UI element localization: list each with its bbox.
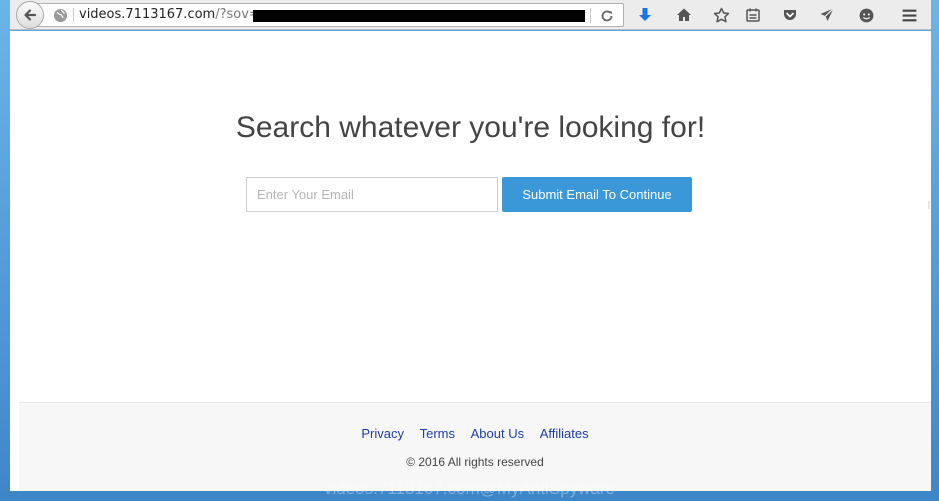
browser-toolbar: videos.7113167.com/?sov= [10,0,931,30]
home-button[interactable] [674,5,694,25]
window-frame-right [931,0,939,501]
url-separator [73,8,74,22]
reload-icon[interactable] [599,8,615,24]
page-footer: Privacy Terms About Us Affiliates © 2016… [19,402,931,491]
home-icon [677,8,691,21]
address-bar[interactable]: videos.7113167.com/?sov= [36,3,624,27]
url-redaction-bar [253,10,585,22]
footer-link-affiliates[interactable]: Affiliates [540,426,589,441]
chat-icon [859,8,873,22]
web-page: Search whatever you're looking for! Subm… [10,31,931,491]
globe-icon [53,8,68,23]
back-arrow-icon [24,9,37,21]
send-icon [820,8,834,21]
send-button[interactable] [817,5,837,25]
menu-icon [902,9,916,21]
email-field[interactable] [246,177,498,212]
pocket-button[interactable] [780,5,800,25]
url-text[interactable]: videos.7113167.com/?sov= [79,7,260,22]
download-icon [639,8,651,21]
url-host: videos.7113167.com [79,7,216,22]
grip-icon [928,201,930,209]
window-frame-left [0,0,10,501]
menu-button[interactable] [899,5,919,25]
footer-link-about-us[interactable]: About Us [471,426,524,441]
bookmark-button[interactable] [711,5,731,25]
window-frame-bottom [0,491,939,501]
reading-list-icon [746,8,760,22]
footer-links: Privacy Terms About Us Affiliates [19,426,931,441]
footer-link-terms[interactable]: Terms [420,426,455,441]
copyright-text: © 2016 All rights reserved [406,455,544,469]
back-button[interactable] [16,1,44,29]
submit-email-button[interactable]: Submit Email To Continue [502,177,692,212]
reload-separator [590,8,591,23]
pocket-icon [784,10,796,20]
bookmark-star-icon [713,7,729,22]
page-headline: Search whatever you're looking for! [235,111,706,144]
chat-button[interactable] [856,5,876,25]
footer-link-privacy[interactable]: Privacy [361,426,404,441]
reading-list-button[interactable] [743,5,763,25]
download-button[interactable] [635,5,655,25]
